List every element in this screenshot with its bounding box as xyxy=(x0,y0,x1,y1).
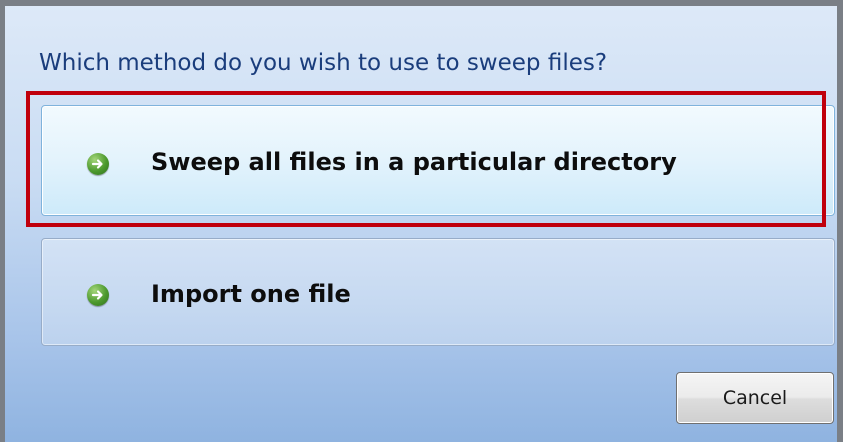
cancel-button[interactable]: Cancel xyxy=(676,372,834,424)
option-label: Sweep all files in a particular director… xyxy=(151,148,677,176)
arrow-right-circle-icon xyxy=(87,153,109,175)
sweep-method-dialog: Which method do you wish to use to sweep… xyxy=(0,0,843,442)
option-import-one-file[interactable]: Import one file xyxy=(41,238,835,346)
option-sweep-directory[interactable]: Sweep all files in a particular director… xyxy=(41,105,835,216)
option-label: Import one file xyxy=(151,280,351,308)
arrow-right-circle-icon xyxy=(87,284,109,306)
dialog-question: Which method do you wish to use to sweep… xyxy=(39,50,608,76)
